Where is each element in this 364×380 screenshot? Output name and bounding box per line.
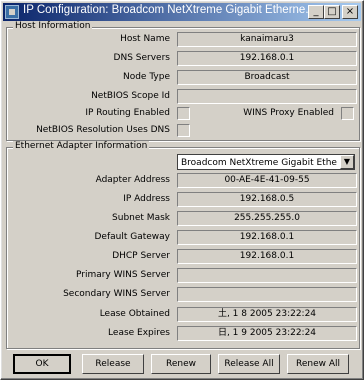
window-title: IP Configuration: Broadcom NetXtreme Gig…	[23, 4, 315, 16]
dns-servers-field: 192.168.0.1	[177, 51, 357, 66]
ip-routing-label: IP Routing Enabled	[85, 108, 170, 118]
ip-config-window: IP Configuration: Broadcom NetXtreme Gig…	[0, 0, 364, 380]
ok-button[interactable]: OK	[13, 354, 71, 374]
ip-address-label: IP Address	[123, 194, 170, 204]
host-name-label: Host Name	[120, 34, 170, 44]
adapter-address-label: Adapter Address	[95, 175, 170, 185]
adapter-dropdown[interactable]: Broadcom NetXtreme Gigabit Ethe ▼	[177, 154, 355, 170]
node-type-label: Node Type	[122, 72, 170, 82]
dhcp-server-label: DHCP Server	[112, 251, 170, 261]
close-button[interactable]: ×	[342, 5, 358, 19]
title-bar[interactable]: IP Configuration: Broadcom NetXtreme Gig…	[3, 3, 361, 21]
primary-wins-field	[177, 268, 357, 283]
subnet-mask-field: 255.255.255.0	[177, 211, 357, 226]
adapter-address-field: 00-AE-4E-41-09-55	[177, 173, 357, 188]
ip-address-field: 192.168.0.5	[177, 192, 357, 207]
lease-expires-field: 日, 1 9 2005 23:22:24	[177, 326, 357, 341]
chevron-down-icon[interactable]: ▼	[340, 155, 354, 169]
default-gateway-field: 192.168.0.1	[177, 230, 357, 245]
renew-all-button[interactable]: Renew All	[287, 354, 349, 374]
minimize-button[interactable]: _	[308, 5, 324, 19]
maximize-button[interactable]: □	[324, 5, 340, 19]
adapter-dropdown-value: Broadcom NetXtreme Gigabit Ethe	[181, 158, 337, 168]
netbios-dns-label: NetBIOS Resolution Uses DNS	[36, 125, 170, 135]
host-information-title: Host Information	[13, 21, 93, 31]
netbios-scope-field	[177, 89, 357, 104]
dns-servers-label: DNS Servers	[113, 53, 170, 63]
ethernet-adapter-title: Ethernet Adapter Information	[13, 141, 150, 151]
release-button[interactable]: Release	[82, 354, 144, 374]
lease-obtained-label: Lease Obtained	[99, 309, 170, 319]
netbios-scope-label: NetBIOS Scope Id	[91, 91, 170, 101]
secondary-wins-label: Secondary WINS Server	[63, 289, 170, 299]
renew-button[interactable]: Renew	[151, 354, 211, 374]
primary-wins-label: Primary WINS Server	[75, 270, 170, 280]
default-gateway-label: Default Gateway	[94, 232, 170, 242]
dhcp-server-field: 192.168.0.1	[177, 249, 357, 264]
ip-routing-checkbox[interactable]	[177, 107, 190, 120]
wins-proxy-checkbox[interactable]	[341, 107, 354, 120]
secondary-wins-field	[177, 287, 357, 302]
lease-obtained-field: 土, 1 8 2005 23:22:24	[177, 307, 357, 322]
subnet-mask-label: Subnet Mask	[112, 213, 170, 223]
network-icon	[5, 5, 19, 19]
lease-expires-label: Lease Expires	[108, 328, 170, 338]
node-type-field: Broadcast	[177, 70, 357, 85]
host-name-field: kanaimaru3	[177, 32, 357, 47]
wins-proxy-label: WINS Proxy Enabled	[243, 108, 334, 118]
release-all-button[interactable]: Release All	[218, 354, 280, 374]
netbios-dns-checkbox[interactable]	[177, 124, 190, 137]
